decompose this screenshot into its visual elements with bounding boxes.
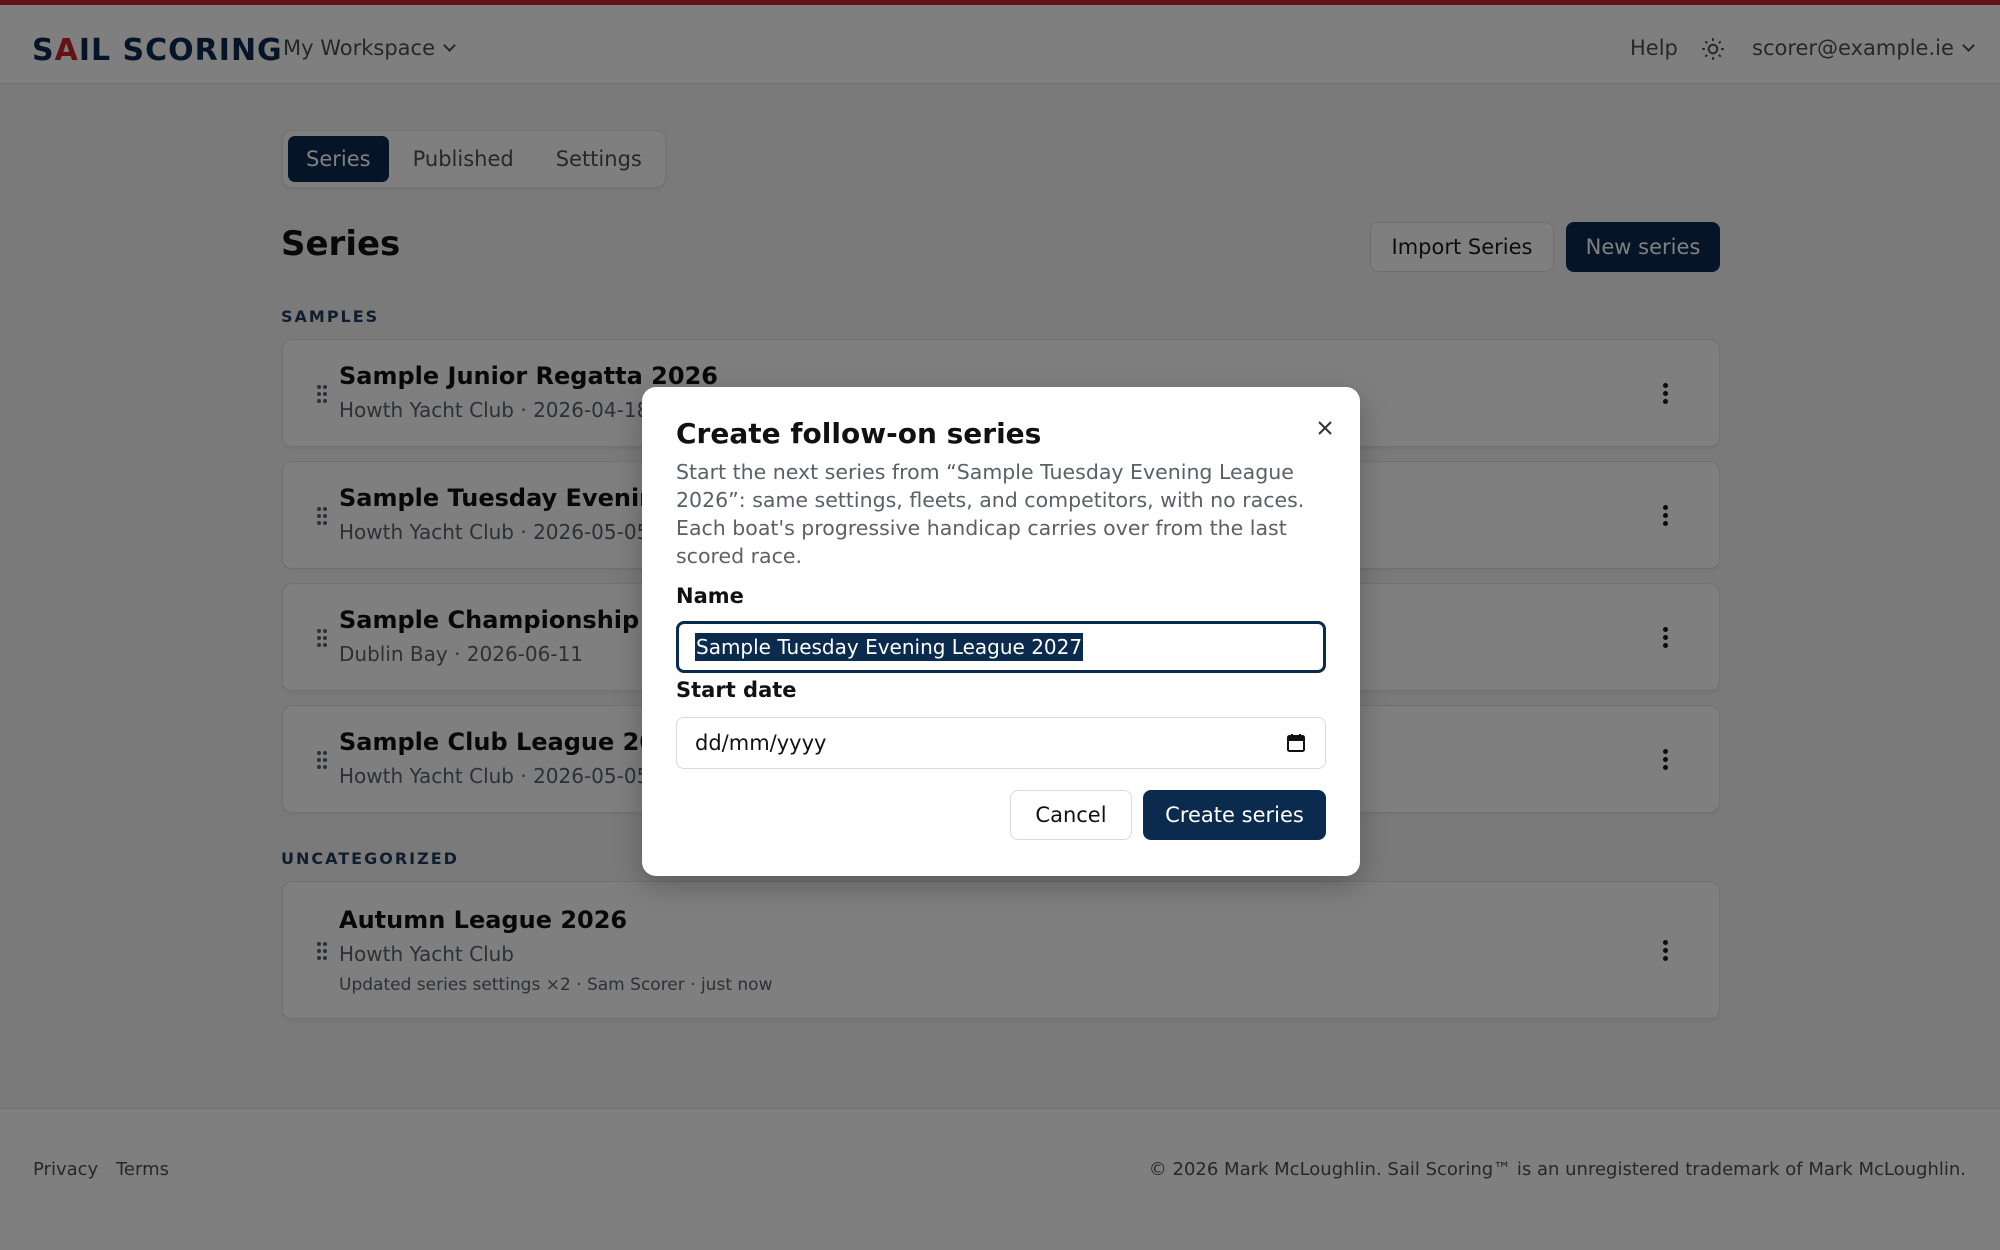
calendar-icon[interactable]: [1285, 732, 1307, 754]
start-date-label: Start date: [676, 678, 797, 702]
dialog-title: Create follow-on series: [676, 417, 1042, 450]
date-placeholder: dd/mm/yyyy: [695, 731, 827, 755]
dialog-description: Start the next series from “Sample Tuesd…: [676, 460, 1305, 568]
start-date-input[interactable]: dd/mm/yyyy: [676, 717, 1326, 769]
close-icon[interactable]: [1314, 417, 1336, 439]
cancel-button[interactable]: Cancel: [1010, 790, 1132, 840]
name-input[interactable]: Sample Tuesday Evening League 2027: [676, 621, 1326, 673]
name-label: Name: [676, 584, 744, 608]
create-series-button[interactable]: Create series: [1143, 790, 1326, 840]
follow-on-series-dialog: Create follow-on series Start the next s…: [642, 387, 1360, 876]
name-input-value: Sample Tuesday Evening League 2027: [695, 633, 1084, 661]
